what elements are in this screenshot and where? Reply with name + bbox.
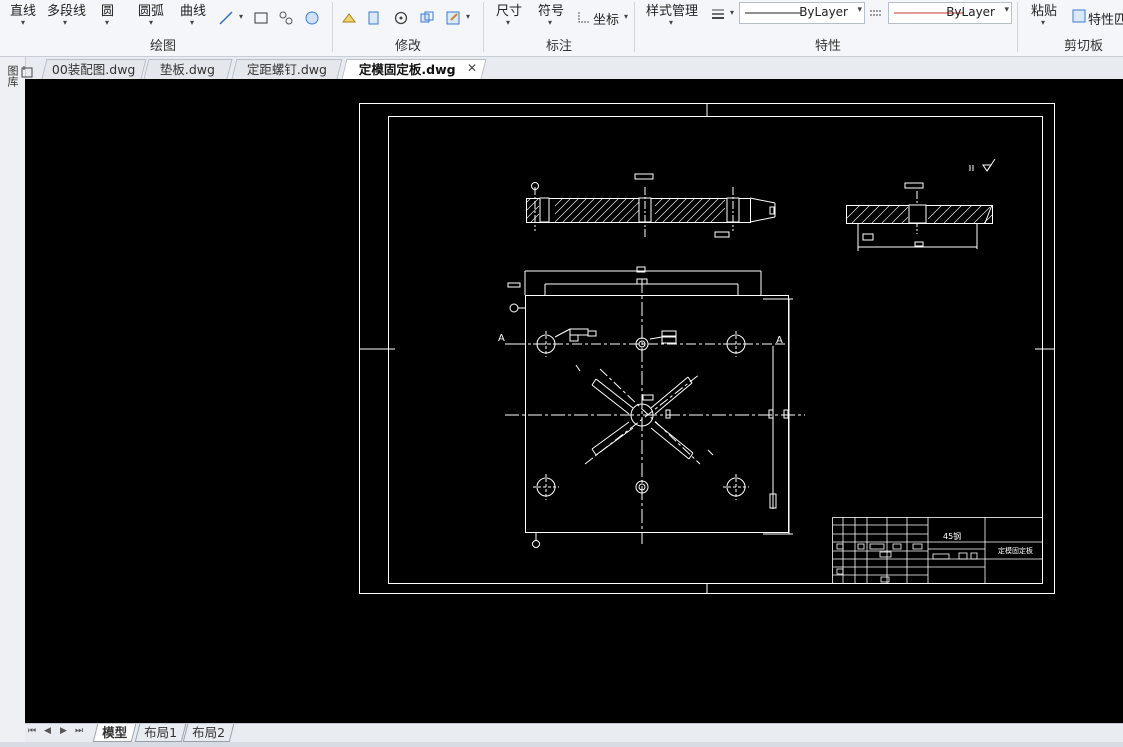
move-icon[interactable] xyxy=(341,10,357,26)
arc-button[interactable]: 圆弧 xyxy=(138,0,164,19)
linetype-value: ByLayer xyxy=(799,5,848,19)
lineweight-icon[interactable] xyxy=(710,6,726,22)
part-name-text: 定模固定板 xyxy=(998,546,1033,555)
clipboard-group-label: 剪切板 xyxy=(1064,39,1104,54)
material-text: 45钢 xyxy=(943,531,961,541)
file-tab-bar: 00装配图.dwg 垫板.dwg 定距螺钉.dwg 定模固定板.dwg ✕ xyxy=(0,57,1123,80)
polyline-button[interactable]: 多段线 xyxy=(47,0,86,19)
file-tab-backing-plate[interactable]: 垫板.dwg xyxy=(143,59,233,79)
chevron-down-icon[interactable]: ▾ xyxy=(624,12,628,21)
chevron-down-icon[interactable]: ▾ xyxy=(548,18,552,27)
region-icon[interactable] xyxy=(304,10,320,26)
file-tab-assembly[interactable]: 00装配图.dwg xyxy=(41,59,147,79)
prev-tab-icon[interactable]: ◀ xyxy=(44,726,51,736)
drawing-frame xyxy=(388,116,1043,584)
library-label: 图库 xyxy=(6,65,19,87)
clipboard-group: 粘贴 ▾ 特性匹 剪切板 xyxy=(1018,0,1123,56)
chevron-down-icon: ▾ xyxy=(857,5,862,15)
match-properties-button[interactable]: 特性匹 xyxy=(1088,9,1123,28)
chevron-down-icon[interactable]: ▾ xyxy=(105,18,109,27)
modify-group-label: 修改 xyxy=(395,39,422,54)
color-value: ByLayer xyxy=(946,5,995,19)
annotate-group-label: 标注 xyxy=(546,39,573,54)
tab-layout1[interactable]: 布局1 xyxy=(134,724,187,742)
pattern-icon[interactable] xyxy=(278,10,294,26)
dimension-button[interactable]: 尺寸 xyxy=(496,0,522,19)
file-tab-screw[interactable]: 定距螺钉.dwg xyxy=(231,59,343,79)
chevron-down-icon[interactable]: ▾ xyxy=(1041,18,1045,27)
properties-group-label: 特性 xyxy=(815,39,842,54)
tab-model[interactable]: 模型 xyxy=(92,724,137,742)
linetype-select[interactable]: ByLayer ▾ xyxy=(739,2,865,24)
draw-group-label: 绘图 xyxy=(150,39,177,54)
modify-group: ▾ 修改 xyxy=(333,0,483,56)
chevron-down-icon[interactable]: ▾ xyxy=(506,18,510,27)
properties-group: 样式管理 ▾ ▾ ByLayer ▾ ByLayer ▾ 特性 xyxy=(635,0,1017,56)
tab-label: 布局2 xyxy=(192,725,226,740)
rotate-icon[interactable] xyxy=(393,10,409,26)
section-label: A xyxy=(776,335,783,346)
cad-drawing: A A 45钢 定模固定板 xyxy=(359,103,1055,594)
construction-line-icon[interactable] xyxy=(218,10,234,26)
style-manager-button[interactable]: 样式管理 xyxy=(646,0,698,19)
status-bar xyxy=(0,742,1123,747)
ribbon-toolbar: 直线 ▾ 多段线 ▾ 圆 ▾ 圆弧 ▾ 曲线 ▾ ▾ 绘图 ▾ 修改 尺寸 ▾ … xyxy=(0,0,1123,57)
paste-button[interactable]: 粘贴 xyxy=(1031,0,1057,19)
chevron-down-icon[interactable]: ▾ xyxy=(466,12,470,21)
first-tab-icon[interactable]: ⏮ xyxy=(28,726,36,736)
last-tab-icon[interactable]: ⏭ xyxy=(75,726,83,736)
chevron-down-icon[interactable]: ▾ xyxy=(730,8,734,17)
match-properties-icon[interactable] xyxy=(1072,9,1088,25)
chevron-down-icon[interactable]: ▾ xyxy=(239,12,243,21)
curve-button[interactable]: 曲线 xyxy=(180,0,206,19)
chevron-down-icon[interactable]: ▾ xyxy=(190,18,194,27)
line-button[interactable]: 直线 xyxy=(10,0,36,19)
edit-icon[interactable] xyxy=(445,10,461,26)
file-tab-label: 垫板.dwg xyxy=(160,62,216,77)
file-tab-label: 00装配图.dwg xyxy=(52,62,136,77)
offset-icon[interactable] xyxy=(366,10,382,26)
tab-label: 模型 xyxy=(102,725,128,740)
chevron-down-icon[interactable]: ▾ xyxy=(63,18,67,27)
draw-group: 直线 ▾ 多段线 ▾ 圆 ▾ 圆弧 ▾ 曲线 ▾ ▾ 绘图 xyxy=(0,0,332,56)
linetype-scale-icon[interactable] xyxy=(868,6,884,22)
symbol-button[interactable]: 符号 xyxy=(538,0,564,19)
file-tab-label: 定距螺钉.dwg xyxy=(246,62,327,77)
hatching xyxy=(525,197,726,223)
next-tab-icon[interactable]: ▶ xyxy=(60,726,67,736)
coordinate-button[interactable]: 坐标 xyxy=(593,9,619,28)
close-icon[interactable]: ✕ xyxy=(467,61,477,75)
rectangle-icon[interactable] xyxy=(253,10,269,26)
tab-layout2[interactable]: 布局2 xyxy=(182,724,235,742)
coordinate-icon[interactable] xyxy=(576,9,592,25)
library-icon xyxy=(21,66,33,78)
drawing-canvas[interactable]: A A 45钢 定模固定板 xyxy=(25,79,1123,724)
chevron-down-icon: ▾ xyxy=(1004,5,1009,15)
file-tab-fixed-plate[interactable]: 定模固定板.dwg xyxy=(341,59,487,79)
chevron-down-icon[interactable]: ▾ xyxy=(21,18,25,27)
layout-tab-bar: ⏮ ◀ ▶ ⏭ 模型 布局1 布局2 xyxy=(25,723,1123,743)
tab-label: 布局1 xyxy=(144,725,178,740)
side-panel: 图库 xyxy=(0,57,33,747)
copy-icon[interactable] xyxy=(419,10,435,26)
color-select[interactable]: ByLayer ▾ xyxy=(888,2,1012,24)
surface-finish-symbol xyxy=(969,158,996,172)
sheet-border xyxy=(359,103,1055,594)
annotate-group: 尺寸 ▾ 符号 ▾ 坐标 ▾ 标注 xyxy=(484,0,634,56)
chevron-down-icon[interactable]: ▾ xyxy=(669,18,673,27)
circle-button[interactable]: 圆 xyxy=(101,0,114,19)
chevron-down-icon[interactable]: ▾ xyxy=(149,18,153,27)
file-tab-label: 定模固定板.dwg xyxy=(358,62,456,77)
plan-view xyxy=(505,266,805,548)
section-label: A xyxy=(498,333,505,344)
